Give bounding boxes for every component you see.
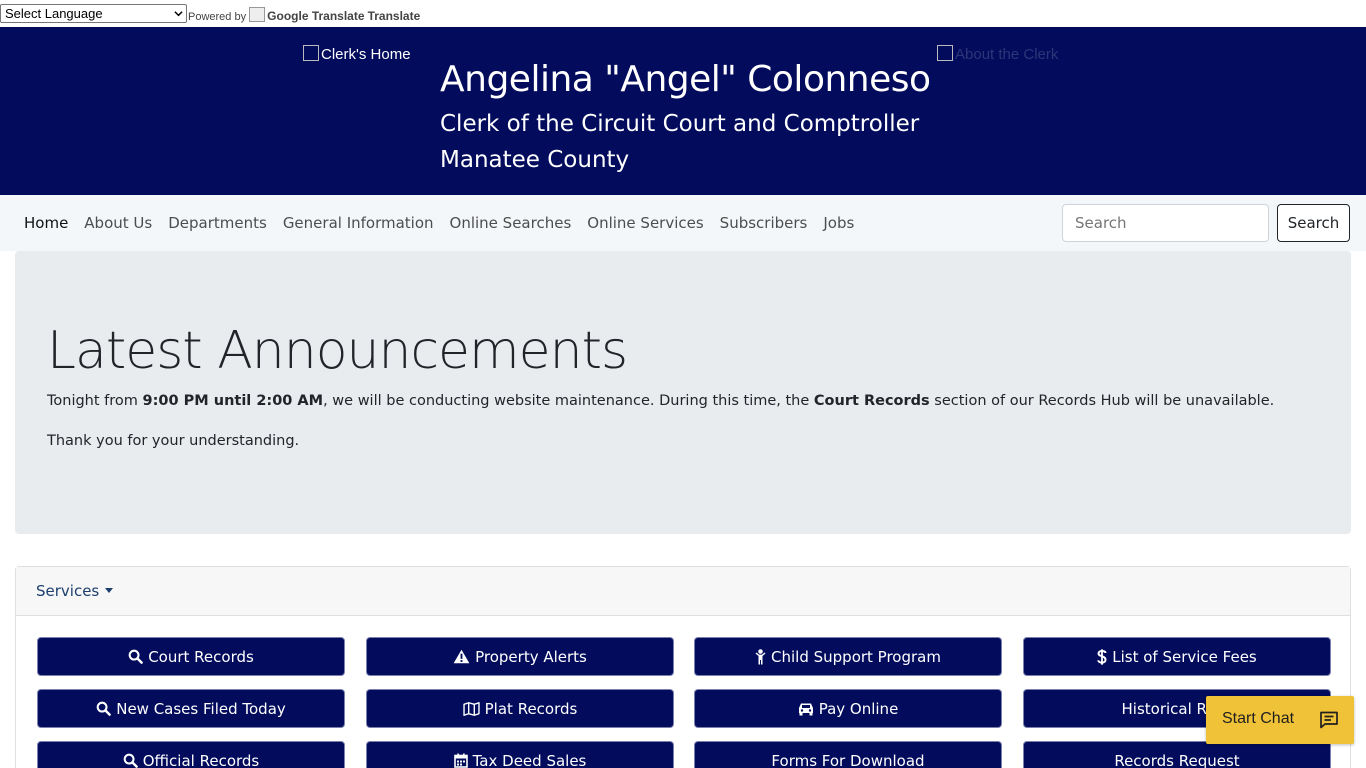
service-tax-deed-button[interactable]: Tax Deed Sales xyxy=(366,741,674,768)
language-select[interactable]: Select Language xyxy=(0,4,187,23)
announcement-text-a: Tonight from xyxy=(47,393,143,409)
services-card-header: Services xyxy=(16,567,1350,616)
map-icon xyxy=(462,701,480,716)
service-label: Tax Deed Sales xyxy=(472,751,587,768)
child-icon xyxy=(755,648,766,665)
service-official-records-button[interactable]: Official Records xyxy=(37,741,345,768)
service-label: Records Request xyxy=(1114,751,1240,768)
search-icon xyxy=(96,701,112,716)
nav-online-searches[interactable]: Online Searches xyxy=(442,214,580,232)
service-label: Plat Records xyxy=(484,699,578,718)
service-fees-button[interactable]: List of Service Fees xyxy=(1023,637,1331,676)
service-label: Child Support Program xyxy=(771,647,941,666)
service-new-cases-button[interactable]: New Cases Filed Today xyxy=(37,689,345,728)
dollar-icon xyxy=(1097,648,1107,665)
caret-down-icon xyxy=(105,588,114,593)
search-icon xyxy=(123,753,138,768)
county-name: Manatee County xyxy=(440,147,630,173)
nav-departments[interactable]: Departments xyxy=(160,214,275,232)
site-header: Clerk's Home About the Clerk Angelina "A… xyxy=(0,27,1366,195)
chat-bubble-icon xyxy=(1320,711,1338,729)
announcement-time: 9:00 PM until 2:00 AM xyxy=(142,393,324,409)
translate-bar: Select Language Powered by Google Transl… xyxy=(0,0,1366,27)
powered-by-google: Powered by Google Translate Translate xyxy=(188,7,420,23)
nav-home[interactable]: Home xyxy=(16,214,76,232)
service-label: Property Alerts xyxy=(475,647,587,666)
service-forms-button[interactable]: Forms For Download xyxy=(694,741,1002,768)
car-icon xyxy=(798,702,814,716)
warning-icon xyxy=(453,649,470,664)
clerks-home-logo[interactable]: Clerk's Home xyxy=(303,45,411,63)
clerk-name: Angelina "Angel" Colonneso xyxy=(440,59,931,100)
search-icon xyxy=(128,649,143,664)
nav-general-information[interactable]: General Information xyxy=(275,214,442,232)
service-label: New Cases Filed Today xyxy=(116,699,286,718)
about-clerk-image[interactable]: About the Clerk xyxy=(937,45,1058,63)
powered-by-label: Powered by xyxy=(188,11,247,23)
translate-link[interactable]: Translate xyxy=(368,9,421,23)
announcement-text-e: section of our Records Hub will be unava… xyxy=(929,393,1275,409)
search-input[interactable] xyxy=(1062,204,1269,242)
nav-links: Home About Us Departments General Inform… xyxy=(16,195,862,251)
announcement-text: Tonight from 9:00 PM until 2:00 AM, we w… xyxy=(47,393,1274,409)
google-logo-image[interactable]: Google Translate xyxy=(249,9,364,23)
service-child-support-button[interactable]: Child Support Program xyxy=(694,637,1002,676)
calendar-icon xyxy=(453,753,468,768)
announcement-text-c: , we will be conducting website maintena… xyxy=(323,393,814,409)
chevron-down-icon xyxy=(174,11,183,17)
services-card: Services Court Records Property Alerts C… xyxy=(15,566,1351,768)
start-chat-label: Start Chat xyxy=(1222,710,1295,727)
services-dropdown-toggle[interactable]: Services xyxy=(36,582,114,600)
language-select-value: Select Language xyxy=(5,6,103,21)
nav-online-services[interactable]: Online Services xyxy=(579,214,711,232)
search-button[interactable]: Search xyxy=(1277,204,1350,242)
start-chat-button[interactable]: Start Chat xyxy=(1206,696,1354,744)
service-plat-records-button[interactable]: Plat Records xyxy=(366,689,674,728)
service-property-alerts-button[interactable]: Property Alerts xyxy=(366,637,674,676)
service-label: Court Records xyxy=(148,647,254,666)
nav-jobs[interactable]: Jobs xyxy=(815,214,862,232)
nav-about-us[interactable]: About Us xyxy=(76,214,160,232)
announcement-panel: Latest Announcements Tonight from 9:00 P… xyxy=(15,251,1351,534)
service-label: Pay Online xyxy=(818,699,899,718)
announcement-thanks: Thank you for your understanding. xyxy=(47,433,300,449)
service-label: List of Service Fees xyxy=(1112,647,1257,666)
service-pay-online-button[interactable]: Pay Online xyxy=(694,689,1002,728)
announcement-court-records: Court Records xyxy=(813,393,930,409)
clerk-title: Clerk of the Circuit Court and Comptroll… xyxy=(440,111,920,137)
service-label: Official Records xyxy=(142,751,260,768)
nav-subscribers[interactable]: Subscribers xyxy=(712,214,816,232)
service-records-request-button[interactable]: Records Request xyxy=(1023,741,1331,768)
main-navbar: Home About Us Departments General Inform… xyxy=(0,195,1366,251)
services-toggle-label: Services xyxy=(36,582,100,600)
service-label: Forms For Download xyxy=(771,751,925,768)
service-court-records-button[interactable]: Court Records xyxy=(37,637,345,676)
announcement-title: Latest Announcements xyxy=(47,321,628,381)
